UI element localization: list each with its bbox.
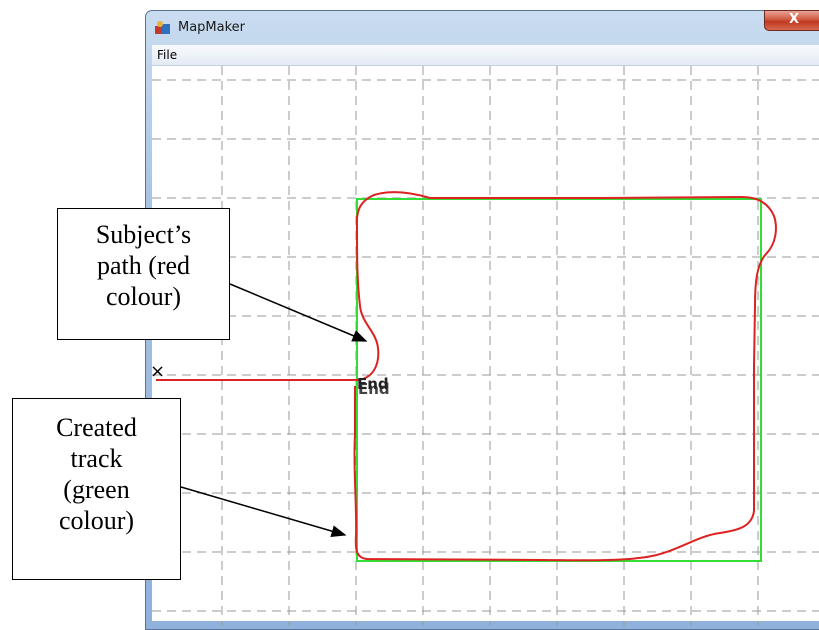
track-arrow bbox=[180, 486, 347, 537]
path-arrow bbox=[229, 283, 368, 342]
callout-arrows bbox=[180, 283, 368, 537]
